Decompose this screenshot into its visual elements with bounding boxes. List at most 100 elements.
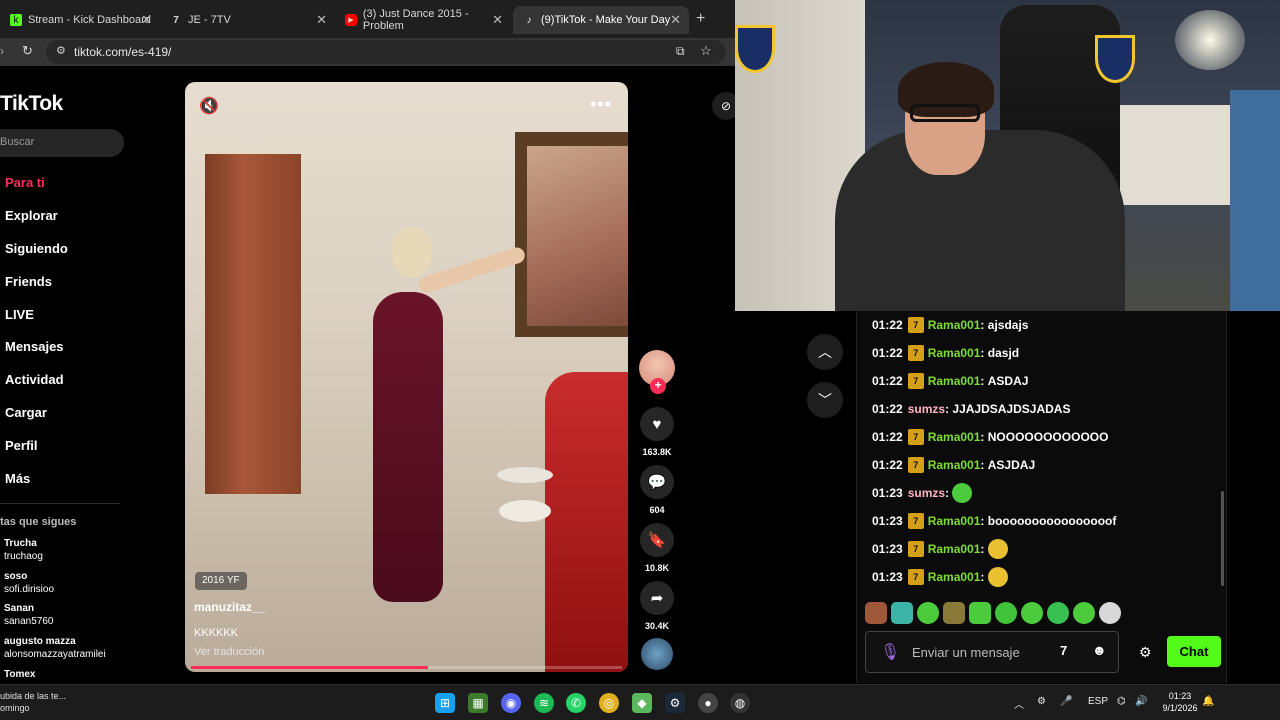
- bookmark-star-icon[interactable]: ☆: [700, 43, 712, 59]
- following-account[interactable]: soso sofi.dirisioo: [4, 570, 54, 596]
- reload-icon[interactable]: ↻: [22, 43, 33, 59]
- volume-icon[interactable]: 🔊: [1135, 696, 1147, 707]
- close-icon[interactable]: ✕: [316, 12, 327, 28]
- 7tv-badge-icon[interactable]: 7: [907, 317, 924, 333]
- like-button[interactable]: ♥: [640, 407, 674, 441]
- nav-messages[interactable]: Mensajes: [5, 339, 64, 354]
- emote-icon[interactable]: [1099, 602, 1121, 624]
- chat-username[interactable]: Rama001: [928, 542, 981, 556]
- chat-username[interactable]: Rama001: [928, 430, 981, 444]
- 7tv-badge-icon[interactable]: 7: [907, 513, 924, 529]
- weather-widget[interactable]: ubida de las te... omingo: [0, 690, 66, 714]
- music-disc-icon[interactable]: [641, 638, 673, 670]
- microphone-icon[interactable]: 🎤: [1060, 696, 1072, 707]
- minecraft-icon[interactable]: ▦: [468, 693, 488, 713]
- video-author[interactable]: manuzitaz__: [194, 600, 265, 614]
- close-icon[interactable]: ✕: [141, 12, 152, 28]
- chat-username[interactable]: sumzs: [908, 402, 945, 416]
- send-chat-button[interactable]: Chat: [1167, 636, 1221, 667]
- video-player[interactable]: 🔇 ••• 2016 YF manuzitaz__ KKKKKK Ver tra…: [185, 82, 628, 672]
- following-account[interactable]: Sanan sanan5760: [4, 602, 54, 628]
- emote-icon[interactable]: [995, 602, 1017, 624]
- emote-icon[interactable]: [865, 602, 887, 624]
- clock[interactable]: 01:23 9/1/2026: [1160, 690, 1200, 714]
- scroll-down-button[interactable]: ﹀: [807, 382, 843, 418]
- language-indicator[interactable]: ESP: [1088, 696, 1108, 707]
- 7tv-badge-icon[interactable]: 7: [907, 457, 924, 473]
- nav-following[interactable]: Siguiendo: [5, 241, 68, 256]
- tiktok-logo[interactable]: TikTok: [0, 92, 63, 116]
- windows-start-icon[interactable]: ⊞: [435, 693, 455, 713]
- chat-input[interactable]: 🎙 Enviar un mensaje 7 ☻: [865, 631, 1119, 673]
- notifications-icon[interactable]: 🔔: [1202, 696, 1214, 707]
- nav-activity[interactable]: Actividad: [5, 372, 64, 387]
- following-account[interactable]: Trucha truchaog: [4, 537, 43, 563]
- nav-live[interactable]: LIVE: [5, 307, 34, 322]
- more-options-icon[interactable]: •••: [590, 94, 612, 115]
- emote-icon[interactable]: [969, 602, 991, 624]
- emote-icon[interactable]: [1073, 602, 1095, 624]
- 7tv-badge-icon[interactable]: 7: [907, 541, 924, 557]
- video-progress-bar[interactable]: [191, 666, 622, 669]
- 7tv-badge-icon[interactable]: 7: [907, 345, 924, 361]
- chrome-icon[interactable]: ◎: [599, 693, 619, 713]
- gear-icon[interactable]: ⚙: [1139, 644, 1152, 661]
- video-badge[interactable]: 2016 YF: [195, 572, 247, 590]
- chat-emote-icon[interactable]: [987, 567, 1008, 587]
- follow-plus-icon[interactable]: +: [650, 378, 666, 394]
- chevron-up-icon[interactable]: ︿: [1014, 696, 1024, 711]
- chat-username[interactable]: Rama001: [928, 318, 981, 332]
- whatsapp-icon[interactable]: ✆: [566, 693, 586, 713]
- nav-upload[interactable]: Cargar: [5, 405, 47, 420]
- following-account[interactable]: Tomex: [4, 668, 36, 681]
- emoji-icon[interactable]: ☻: [1092, 642, 1107, 658]
- nav-for-you[interactable]: Para ti: [5, 175, 45, 190]
- chat-username[interactable]: sumzs: [908, 486, 945, 500]
- discord-icon[interactable]: ◉: [501, 693, 521, 713]
- tab-youtube[interactable]: ▶ (3) Just Dance 2015 - Problem ✕: [335, 6, 511, 34]
- save-button[interactable]: 🔖: [640, 523, 674, 557]
- emote-icon[interactable]: [1021, 602, 1043, 624]
- chat-username[interactable]: Rama001: [928, 374, 981, 388]
- microphone-icon[interactable]: 🎙: [880, 642, 900, 662]
- 7tv-badge-icon[interactable]: 7: [907, 373, 924, 389]
- chat-emote-icon[interactable]: [987, 539, 1008, 559]
- see-translation-link[interactable]: Ver traducción: [194, 646, 264, 658]
- 7tv-badge-icon[interactable]: 7: [907, 429, 924, 445]
- forward-icon[interactable]: ›: [0, 44, 4, 58]
- chat-username[interactable]: Rama001: [928, 458, 981, 472]
- wifi-icon[interactable]: ⌬: [1117, 696, 1126, 707]
- search-input[interactable]: Buscar: [0, 129, 124, 157]
- emote-icon[interactable]: [1047, 602, 1069, 624]
- 7tv-emote-icon[interactable]: 7: [1060, 643, 1067, 658]
- close-icon[interactable]: ✕: [670, 12, 681, 28]
- emote-icon[interactable]: [917, 602, 939, 624]
- chat-username[interactable]: Rama001: [928, 514, 981, 528]
- app-icon[interactable]: ◍: [730, 693, 750, 713]
- emote-icon[interactable]: [943, 602, 965, 624]
- close-icon[interactable]: ✕: [492, 12, 503, 28]
- comment-button[interactable]: 💬: [640, 465, 674, 499]
- url-field[interactable]: ⚙ tiktok.com/es-419/ ⧉ ☆: [46, 40, 726, 64]
- spotify-icon[interactable]: ≋: [534, 693, 554, 713]
- obs-icon[interactable]: ●: [698, 693, 718, 713]
- chat-username[interactable]: Rama001: [928, 346, 981, 360]
- steam-icon[interactable]: ⚙: [665, 693, 685, 713]
- tab-tiktok[interactable]: ♪ (9)TikTok - Make Your Day ✕: [513, 6, 689, 34]
- chat-username[interactable]: Rama001: [928, 570, 981, 584]
- 7tv-badge-icon[interactable]: 7: [907, 569, 924, 585]
- scroll-up-button[interactable]: ︿: [807, 334, 843, 370]
- following-account[interactable]: augusto mazza alonsomazzayatramilei: [4, 635, 106, 661]
- nav-profile[interactable]: Perfil: [5, 438, 38, 453]
- new-tab-icon[interactable]: +: [696, 10, 705, 28]
- chat-emote-icon[interactable]: [952, 483, 973, 503]
- nav-friends[interactable]: Friends: [5, 274, 52, 289]
- mute-icon[interactable]: 🔇: [199, 96, 219, 116]
- nav-explore[interactable]: Explorar: [5, 208, 58, 223]
- nav-more[interactable]: Más: [5, 471, 30, 486]
- chat-scrollbar[interactable]: [1221, 491, 1224, 586]
- site-info-icon[interactable]: ⚙: [56, 44, 66, 57]
- steam-tray-icon[interactable]: ⚙: [1037, 696, 1046, 707]
- share-button[interactable]: ➦: [640, 581, 674, 615]
- tab-kick-dashboard[interactable]: k Stream - Kick Dashboard ✕: [0, 6, 160, 34]
